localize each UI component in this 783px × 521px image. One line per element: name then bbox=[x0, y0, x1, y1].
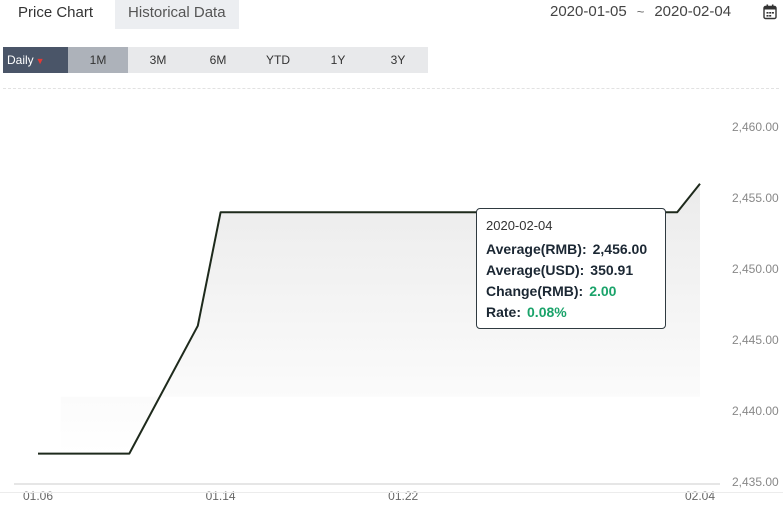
tooltip-change-rmb-label: Change(RMB): bbox=[486, 283, 584, 299]
y-tick-label: 2,460.00 bbox=[732, 120, 779, 134]
tooltip-average-rmb-label: Average(RMB): bbox=[486, 241, 587, 257]
tooltip-date: 2020-02-04 bbox=[486, 218, 553, 233]
tooltip-average-usd-label: Average(USD): bbox=[486, 262, 585, 278]
y-tick-label: 2,440.00 bbox=[732, 404, 779, 418]
tooltip-rate-label: Rate: bbox=[486, 304, 522, 320]
divider-bottom bbox=[0, 492, 783, 493]
tooltip-average-usd: Average(USD): 350.91 bbox=[486, 260, 665, 281]
y-tick-label: 2,445.00 bbox=[732, 333, 779, 347]
tooltip-average-usd-value: 350.91 bbox=[590, 262, 634, 278]
tooltip-change-rmb: Change(RMB): 2.00 bbox=[486, 281, 665, 302]
tooltip-average-rmb-value: 2,456.00 bbox=[592, 241, 648, 257]
tooltip-rate-value: 0.08% bbox=[527, 304, 567, 320]
chart-tooltip: 2020-02-04 Average(RMB): 2,456.00 Average… bbox=[476, 208, 666, 329]
tooltip-change-rmb-value: 2.00 bbox=[589, 283, 617, 299]
y-tick-label: 2,435.00 bbox=[732, 475, 779, 489]
y-tick-label: 2,450.00 bbox=[732, 262, 779, 276]
tooltip-average-rmb: Average(RMB): 2,456.00 bbox=[486, 239, 665, 260]
y-tick-label: 2,455.00 bbox=[732, 191, 779, 205]
tooltip-rate: Rate: 0.08% bbox=[486, 302, 665, 323]
